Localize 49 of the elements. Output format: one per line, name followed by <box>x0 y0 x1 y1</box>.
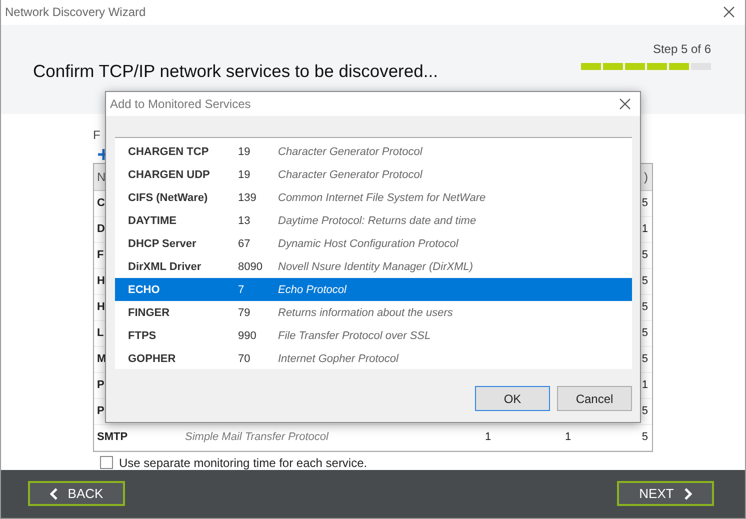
table-cell: P <box>97 379 104 392</box>
list-row[interactable]: GOPHER 70 Internet Gopher Protocol <box>115 347 632 369</box>
table-cell: 5 <box>642 431 648 444</box>
dialog-title: Add to Monitored Services <box>110 97 251 111</box>
table-cell: 5 <box>642 301 648 314</box>
list-row[interactable]: FINGER 79 Returns information about the users <box>115 301 632 324</box>
back-button[interactable]: BACK <box>28 481 125 506</box>
list-row[interactable]: CHARGEN UDP 19 Character Generator Protocol <box>115 163 632 186</box>
table-cell: 1 <box>642 379 648 392</box>
table-cell: 1 <box>565 431 572 444</box>
close-icon[interactable] <box>723 6 735 18</box>
list-row[interactable]: FTPS 990 File Transfer Protocol over SSL <box>115 324 632 347</box>
next-button[interactable]: NEXT <box>617 481 714 506</box>
table-cell: 5 <box>642 353 648 366</box>
close-icon[interactable] <box>619 98 631 110</box>
list-row[interactable]: DAYTIME 13 Daytime Protocol: Returns date and time <box>115 209 632 232</box>
column-header: ) <box>644 170 648 184</box>
table-cell: H <box>97 275 105 288</box>
table-cell: C <box>97 197 105 210</box>
table-cell: 5 <box>642 327 648 340</box>
table-cell: Simple Mail Transfer Protocol <box>185 431 328 444</box>
list-row[interactable]: ECHO 7 Echo Protocol <box>115 278 632 301</box>
table-cell: L <box>97 327 104 340</box>
checkbox-label: Use separate monitoring time for each service. <box>119 456 368 470</box>
list-row[interactable]: CHARGEN TCP 19 Character Generator Protocol <box>115 140 632 163</box>
column-header: N <box>97 170 106 184</box>
table-cell: H <box>97 301 105 314</box>
table-cell: D <box>97 223 105 236</box>
table-cell: 1 <box>642 223 648 236</box>
chevron-left-icon <box>50 488 58 500</box>
table-cell: 1 <box>485 431 492 444</box>
wizard-heading: Confirm TCP/IP network services to be discovered... <box>33 60 438 82</box>
window-title: Network Discovery Wizard <box>5 5 146 20</box>
list-row[interactable]: DirXML Driver 8090 Novell Nsure Identity Manager (DirXML) <box>115 255 632 278</box>
cancel-button[interactable]: Cancel <box>557 386 632 411</box>
table-cell: 5 <box>642 197 648 210</box>
table-cell: F <box>97 249 104 262</box>
chevron-right-icon <box>684 488 692 500</box>
list-row[interactable]: CIFS (NetWare) 139 Common Internet File System for NetWare <box>115 186 632 209</box>
step-indicator: Step 5 of 6 <box>652 42 711 56</box>
table-cell: SMTP <box>97 431 128 444</box>
table-cell: 5 <box>642 249 648 262</box>
table-cell: P <box>97 405 104 418</box>
ok-button[interactable]: OK <box>475 386 550 411</box>
field-label: F <box>93 128 100 144</box>
checkbox[interactable] <box>100 456 113 470</box>
list-row[interactable]: DHCP Server 67 Dynamic Host Configuration Protocol <box>115 232 632 255</box>
table-cell: 5 <box>642 405 648 418</box>
table-cell: 5 <box>642 275 648 288</box>
